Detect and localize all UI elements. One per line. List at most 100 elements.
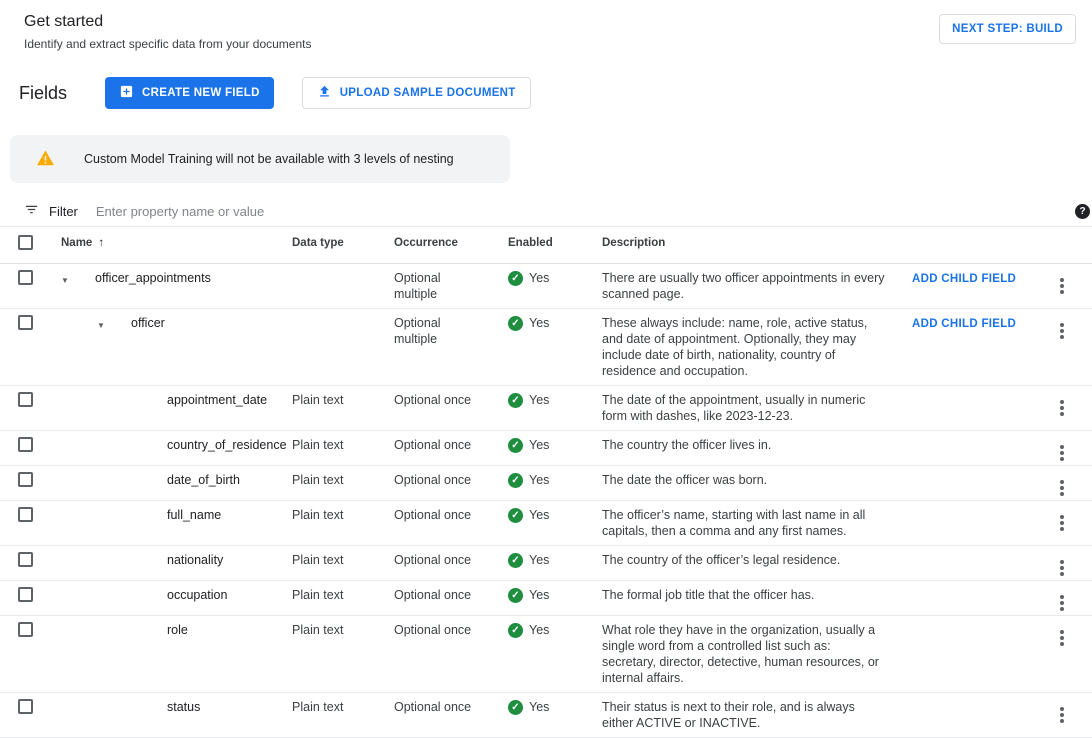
table-row: nationality Plain text Optional once Yes…	[0, 546, 1092, 581]
field-occurrence: Optional once	[382, 581, 496, 615]
field-description: What role they have in the organization,…	[590, 616, 900, 692]
select-all-checkbox[interactable]	[18, 235, 33, 250]
field-name: occupation	[167, 587, 227, 603]
column-header-data-type: Data type	[280, 227, 382, 263]
field-name: date_of_birth	[167, 472, 240, 488]
add-child-field-button[interactable]: ADD CHILD FIELD	[912, 318, 1016, 330]
more-options-icon[interactable]	[1060, 713, 1064, 717]
create-new-field-button[interactable]: CREATE NEW FIELD	[105, 77, 274, 109]
warning-banner: Custom Model Training will not be availa…	[10, 135, 510, 183]
field-data-type: Plain text	[280, 501, 382, 545]
field-description: The country the officer lives in.	[590, 431, 900, 465]
field-name: status	[167, 699, 200, 715]
field-occurrence: Optional once	[382, 501, 496, 545]
column-header-occurrence: Occurrence	[382, 227, 496, 263]
collapse-arrow-icon[interactable]	[61, 270, 73, 289]
page-title: Get started	[24, 12, 311, 32]
upload-icon	[317, 84, 332, 102]
enabled-label: Yes	[529, 472, 549, 488]
field-description: The country of the officer’s legal resid…	[590, 546, 900, 580]
field-data-type: Plain text	[280, 581, 382, 615]
table-row: appointment_date Plain text Optional onc…	[0, 386, 1092, 431]
enabled-label: Yes	[529, 552, 549, 568]
field-data-type: Plain text	[280, 546, 382, 580]
warning-message: Custom Model Training will not be availa…	[84, 152, 454, 166]
table-body: officer_appointments Optional multiple Y…	[0, 264, 1092, 738]
table-row: officer_appointments Optional multiple Y…	[0, 264, 1092, 309]
field-occurrence: Optional once	[382, 693, 496, 737]
field-description: The officer’s name, starting with last n…	[590, 501, 900, 545]
more-options-icon[interactable]	[1060, 601, 1064, 605]
upload-sample-document-label: UPLOAD SAMPLE DOCUMENT	[340, 87, 516, 99]
field-data-type	[280, 309, 382, 385]
field-data-type	[280, 264, 382, 308]
field-occurrence: Optional once	[382, 466, 496, 500]
field-name: full_name	[167, 507, 221, 523]
field-description: The date of the appointment, usually in …	[590, 386, 900, 430]
more-options-icon[interactable]	[1060, 486, 1064, 490]
next-step-build-button[interactable]: NEXT STEP: BUILD	[939, 14, 1076, 44]
row-checkbox[interactable]	[18, 472, 33, 487]
row-checkbox[interactable]	[18, 507, 33, 522]
field-data-type: Plain text	[280, 616, 382, 692]
add-box-icon	[119, 84, 134, 102]
field-occurrence: Optional once	[382, 546, 496, 580]
enabled-label: Yes	[529, 392, 549, 408]
field-occurrence: Optional multiple	[382, 264, 496, 308]
table-row: role Plain text Optional once Yes What r…	[0, 616, 1092, 693]
enabled-label: Yes	[529, 699, 549, 715]
page-subtitle: Identify and extract specific data from …	[24, 37, 311, 51]
field-data-type: Plain text	[280, 693, 382, 737]
field-description: These always include: name, role, active…	[590, 309, 900, 385]
more-options-icon[interactable]	[1060, 329, 1064, 333]
table-row: officer Optional multiple Yes These alwa…	[0, 309, 1092, 386]
table-row: status Plain text Optional once Yes Thei…	[0, 693, 1092, 738]
more-options-icon[interactable]	[1060, 566, 1064, 570]
field-occurrence: Optional multiple	[382, 309, 496, 385]
upload-sample-document-button[interactable]: UPLOAD SAMPLE DOCUMENT	[302, 77, 531, 109]
collapse-arrow-icon[interactable]	[97, 315, 109, 334]
enabled-check-icon	[508, 553, 523, 568]
field-occurrence: Optional once	[382, 431, 496, 465]
row-checkbox[interactable]	[18, 270, 33, 285]
add-child-field-button[interactable]: ADD CHILD FIELD	[912, 273, 1016, 285]
table-row: country_of_residence Plain text Optional…	[0, 431, 1092, 466]
create-new-field-label: CREATE NEW FIELD	[142, 87, 260, 99]
row-checkbox[interactable]	[18, 392, 33, 407]
enabled-label: Yes	[529, 270, 549, 286]
more-options-icon[interactable]	[1060, 636, 1064, 640]
field-name: officer	[131, 315, 165, 331]
enabled-check-icon	[508, 700, 523, 715]
column-header-description: Description	[590, 227, 900, 263]
column-header-name[interactable]: Name	[48, 227, 280, 263]
column-header-name-label: Name	[61, 235, 92, 251]
field-name: country_of_residence	[167, 437, 287, 453]
enabled-check-icon	[508, 271, 523, 286]
more-options-icon[interactable]	[1060, 284, 1064, 288]
warning-icon	[36, 149, 55, 169]
field-description: The date the officer was born.	[590, 466, 900, 500]
enabled-check-icon	[508, 438, 523, 453]
field-description: Their status is next to their role, and …	[590, 693, 900, 737]
row-checkbox[interactable]	[18, 622, 33, 637]
page-header-text: Get started Identify and extract specifi…	[24, 12, 311, 51]
row-checkbox[interactable]	[18, 552, 33, 567]
enabled-check-icon	[508, 623, 523, 638]
filter-input[interactable]	[94, 203, 1092, 220]
enabled-label: Yes	[529, 587, 549, 603]
field-description: There are usually two officer appointmen…	[590, 264, 900, 308]
field-data-type: Plain text	[280, 466, 382, 500]
help-icon[interactable]	[1075, 204, 1090, 219]
sort-ascending-icon	[98, 235, 104, 251]
row-checkbox[interactable]	[18, 587, 33, 602]
row-checkbox[interactable]	[18, 437, 33, 452]
field-occurrence: Optional once	[382, 616, 496, 692]
more-options-icon[interactable]	[1060, 406, 1064, 410]
row-checkbox[interactable]	[18, 315, 33, 330]
table-row: occupation Plain text Optional once Yes …	[0, 581, 1092, 616]
enabled-label: Yes	[529, 622, 549, 638]
more-options-icon[interactable]	[1060, 521, 1064, 525]
more-options-icon[interactable]	[1060, 451, 1064, 455]
column-header-enabled: Enabled	[496, 227, 590, 263]
field-name: role	[167, 622, 188, 638]
